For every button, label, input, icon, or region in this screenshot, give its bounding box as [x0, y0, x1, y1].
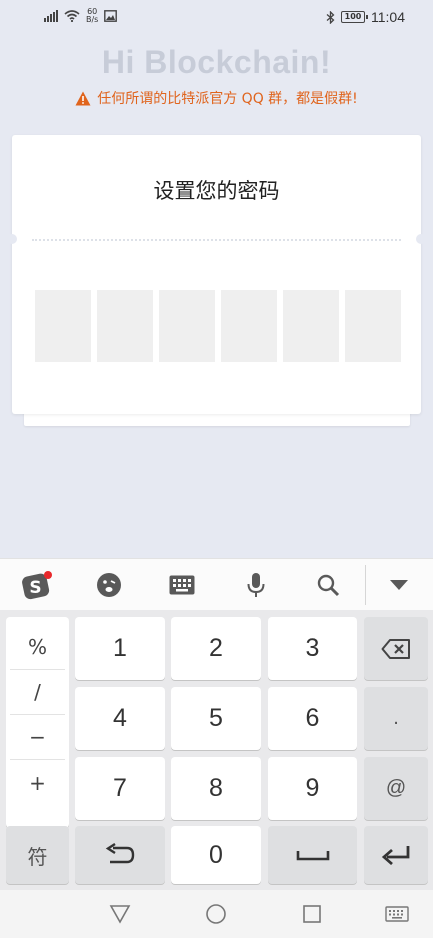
- key-0[interactable]: 0: [171, 826, 261, 884]
- space-key[interactable]: [268, 826, 357, 884]
- battery-icon: 100: [341, 11, 368, 23]
- status-right: 100 11:04: [326, 9, 405, 25]
- keyboard-switch-icon[interactable]: [384, 902, 410, 926]
- space-icon: [296, 851, 329, 861]
- return-key[interactable]: [75, 826, 165, 884]
- home-icon[interactable]: [203, 902, 229, 926]
- dot-key[interactable]: .: [364, 687, 428, 750]
- system-nav-bar: [0, 890, 433, 938]
- key-1[interactable]: 1: [75, 617, 165, 680]
- pin-input[interactable]: [35, 290, 401, 362]
- card-divider: [32, 239, 401, 241]
- clock: 11:04: [371, 9, 405, 25]
- minus-key[interactable]: −: [10, 715, 65, 760]
- page-title: Hi Blockchain!: [101, 44, 332, 80]
- symbol-column: % / − +: [6, 617, 69, 828]
- scam-warning: 任何所谓的比特派官方 QQ 群，都是假群!: [0, 88, 433, 108]
- percent-key[interactable]: %: [10, 625, 65, 670]
- keyboard-icon[interactable]: [166, 569, 198, 601]
- key-8[interactable]: 8: [171, 757, 261, 820]
- warning-icon: [75, 91, 91, 105]
- at-key[interactable]: @: [364, 757, 428, 820]
- image-icon: [104, 10, 118, 22]
- key-9[interactable]: 9: [268, 757, 357, 820]
- status-left: 60 B/s: [44, 8, 118, 24]
- pin-digit-box[interactable]: [221, 290, 277, 362]
- wifi-icon: [64, 10, 80, 22]
- key-4[interactable]: 4: [75, 687, 165, 750]
- key-7[interactable]: 7: [75, 757, 165, 820]
- network-speed: 60 B/s: [86, 8, 98, 24]
- emoji-icon[interactable]: [93, 569, 125, 601]
- card-notch-left: [7, 234, 17, 244]
- toolbar-separator: [365, 565, 366, 605]
- pin-digit-box[interactable]: [345, 290, 401, 362]
- warning-text: 任何所谓的比特派官方 QQ 群，都是假群!: [97, 91, 358, 107]
- net-speed-unit: B/s: [86, 15, 99, 24]
- collapse-icon[interactable]: [383, 569, 415, 601]
- keyboard-toolbar: S: [0, 558, 433, 610]
- microphone-icon[interactable]: [240, 569, 272, 601]
- key-2[interactable]: 2: [171, 617, 261, 680]
- set-password-card: 设置您的密码: [7, 135, 426, 414]
- card-notch-right: [416, 234, 426, 244]
- pin-digit-box[interactable]: [35, 290, 91, 362]
- bluetooth-icon: [326, 10, 335, 24]
- enter-icon: [381, 846, 410, 865]
- key-5[interactable]: 5: [171, 687, 261, 750]
- pin-digit-box[interactable]: [159, 290, 215, 362]
- back-icon[interactable]: [107, 902, 133, 926]
- recents-icon[interactable]: [299, 902, 325, 926]
- pin-digit-box[interactable]: [283, 290, 339, 362]
- backspace-key[interactable]: [364, 617, 428, 680]
- slash-key[interactable]: /: [10, 670, 65, 715]
- key-3[interactable]: 3: [268, 617, 357, 680]
- undo-arrow-icon: [105, 843, 135, 864]
- search-icon[interactable]: [312, 569, 344, 601]
- pin-digit-box[interactable]: [97, 290, 153, 362]
- signal-icon: [44, 10, 58, 22]
- enter-key[interactable]: [364, 826, 428, 884]
- svg-text:S: S: [29, 578, 41, 598]
- key-6[interactable]: 6: [268, 687, 357, 750]
- backspace-icon: [381, 638, 410, 659]
- numeric-keyboard: % / − + 1 2 3 4 5 6 . 7 8 9 @ 符 0: [0, 610, 433, 890]
- plus-key[interactable]: +: [10, 760, 65, 805]
- status-bar: 60 B/s 100 11:04: [0, 0, 433, 34]
- sogou-logo-icon[interactable]: S: [20, 569, 52, 601]
- symbols-key[interactable]: 符: [6, 826, 69, 884]
- card-title: 设置您的密码: [153, 179, 280, 203]
